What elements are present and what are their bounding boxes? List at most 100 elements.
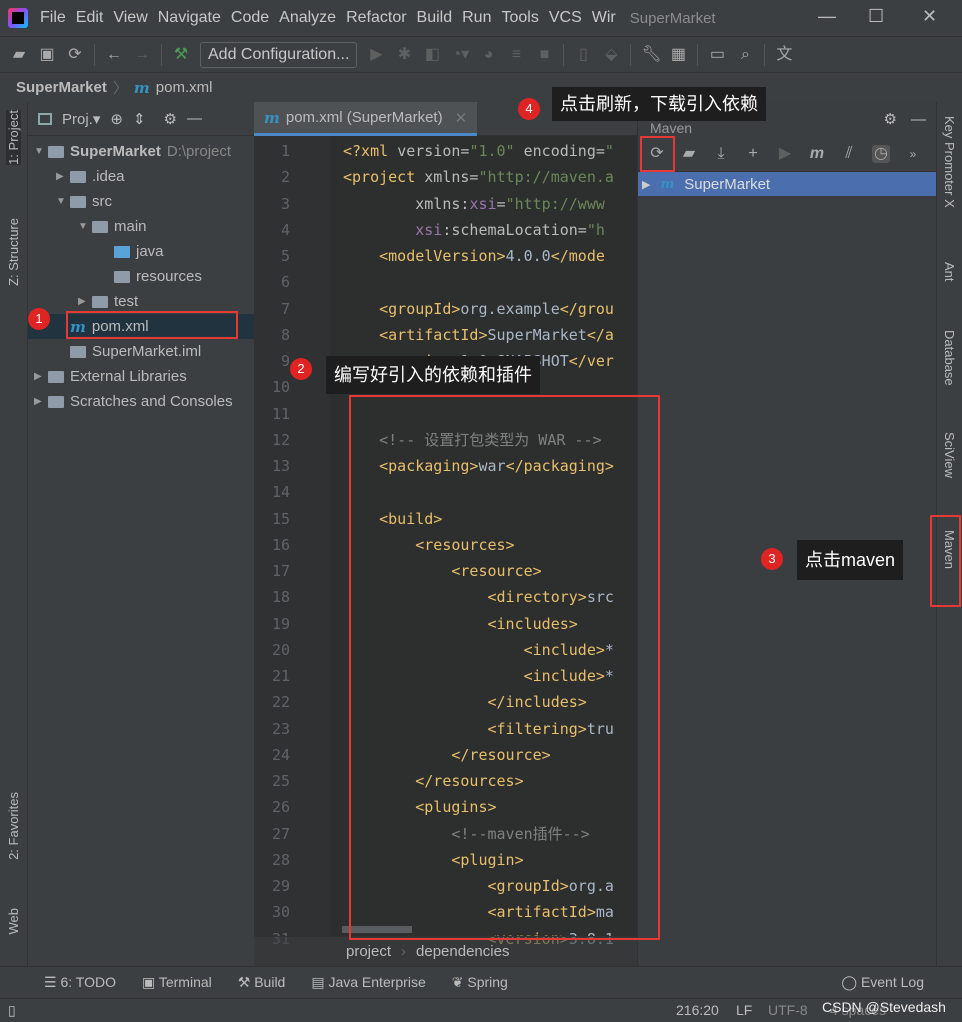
- build-hammer-icon[interactable]: ⚒: [172, 46, 190, 64]
- cursor-position[interactable]: 216:20: [676, 1002, 719, 1018]
- caret-icon[interactable]: ▶: [78, 296, 92, 307]
- menu-edit[interactable]: Edit: [76, 9, 104, 26]
- tree-item[interactable]: ▼ src: [28, 189, 254, 214]
- tree-item[interactable]: ▼ SuperMarket D:\project: [28, 139, 254, 164]
- menu-build[interactable]: Build: [417, 9, 453, 26]
- tree-item[interactable]: resources: [28, 264, 254, 289]
- project-structure-icon[interactable]: ▦: [669, 46, 687, 64]
- menu-view[interactable]: View: [113, 9, 147, 26]
- attach-icon[interactable]: ◕: [479, 46, 497, 64]
- tab-key-promoter[interactable]: Key Promoter X: [942, 116, 957, 208]
- caret-icon[interactable]: ▼: [34, 146, 48, 157]
- minimize-button[interactable]: —: [818, 6, 836, 27]
- tree-item[interactable]: ▶ Scratches and Consoles: [28, 389, 254, 414]
- code-token: ": [604, 142, 614, 160]
- tab-database[interactable]: Database: [942, 330, 957, 386]
- close-tab-icon[interactable]: ✕: [455, 109, 468, 127]
- caret-icon[interactable]: ▼: [56, 196, 70, 207]
- tree-item[interactable]: ▼ main: [28, 214, 254, 239]
- run-icon[interactable]: ▶: [367, 46, 385, 64]
- tab-spring[interactable]: ❦ Spring: [452, 974, 508, 991]
- breadcrumb-project[interactable]: SuperMarket: [16, 79, 107, 96]
- tab-structure[interactable]: Z: Structure: [6, 218, 21, 286]
- debug-icon[interactable]: ✱: [395, 46, 413, 64]
- code-token: 4.0.0: [505, 247, 551, 265]
- hide-icon[interactable]: —: [911, 111, 926, 128]
- tab-sciview[interactable]: SciView: [942, 432, 957, 478]
- menu-tools[interactable]: Tools: [501, 9, 538, 26]
- close-button[interactable]: ✕: [922, 6, 937, 27]
- menu-vcs[interactable]: VCS: [549, 9, 582, 26]
- back-icon[interactable]: ←: [105, 46, 123, 64]
- menu-refactor[interactable]: Refactor: [346, 9, 406, 26]
- tab-favorites[interactable]: 2: Favorites: [6, 792, 21, 860]
- tree-item[interactable]: java: [28, 239, 254, 264]
- window-title: SuperMarket: [629, 9, 716, 27]
- run-icon[interactable]: ▶: [776, 145, 794, 163]
- skip-tests-icon[interactable]: ⫽: [840, 145, 858, 163]
- open-folder-icon[interactable]: ▰: [10, 46, 28, 64]
- collapse-all-icon[interactable]: ⇕: [133, 110, 146, 128]
- encoding[interactable]: UTF-8: [768, 1002, 808, 1018]
- save-icon[interactable]: ▣: [38, 46, 56, 64]
- tab-terminal[interactable]: ▣ Terminal: [142, 974, 212, 991]
- breadcrumb-file[interactable]: pom.xml: [156, 79, 213, 96]
- menu-run[interactable]: Run: [462, 9, 491, 26]
- code-token: version=: [397, 142, 470, 160]
- forward-icon[interactable]: →: [133, 46, 151, 64]
- project-view-selector[interactable]: Proj.▾: [62, 110, 100, 128]
- menu-analyze[interactable]: Analyze: [279, 9, 336, 26]
- menu-file[interactable]: File: [40, 9, 66, 26]
- layout-icon[interactable]: ▯: [8, 1002, 16, 1019]
- more-icon[interactable]: »: [904, 145, 922, 163]
- deploy-icon[interactable]: ⬙: [602, 46, 620, 64]
- stop-icon[interactable]: ■: [535, 46, 553, 64]
- sync-icon[interactable]: ⟳: [66, 46, 84, 64]
- gear-icon[interactable]: ⚙: [164, 110, 177, 128]
- coverage-icon[interactable]: ◧: [423, 46, 441, 64]
- search-icon[interactable]: ⌕: [736, 46, 754, 64]
- tab-todo[interactable]: ☰ 6: TODO: [44, 974, 116, 991]
- offline-icon[interactable]: ◷: [872, 144, 890, 163]
- tree-item-path: D:\project: [166, 143, 232, 160]
- event-log-button[interactable]: ◯ Event Log: [841, 974, 924, 991]
- hide-icon[interactable]: —: [187, 110, 202, 127]
- menu-wir[interactable]: Wir: [592, 9, 616, 26]
- menu-code[interactable]: Code: [231, 9, 269, 26]
- tab-ant[interactable]: Ant: [942, 262, 957, 282]
- device-icon[interactable]: ▯: [574, 46, 592, 64]
- tab-project[interactable]: 1: Project: [6, 110, 21, 165]
- gear-icon[interactable]: ⚙: [884, 110, 897, 128]
- translate-icon[interactable]: 文: [775, 46, 793, 64]
- caret-icon[interactable]: ▶: [34, 396, 48, 407]
- settings-wrench-icon[interactable]: 🔧︎: [641, 46, 661, 64]
- expand-icon[interactable]: ▶: [642, 178, 650, 191]
- tree-item[interactable]: SuperMarket.iml: [28, 339, 254, 364]
- tree-item[interactable]: ▶ External Libraries: [28, 364, 254, 389]
- tab-pom-xml[interactable]: m pom.xml (SuperMarket) ✕: [254, 102, 478, 136]
- download-icon[interactable]: ⤓: [712, 145, 730, 163]
- menu-navigate[interactable]: Navigate: [158, 9, 221, 26]
- crumb-project[interactable]: project: [346, 943, 391, 960]
- caret-icon[interactable]: ▼: [78, 221, 92, 232]
- maximize-button[interactable]: ☐: [868, 6, 884, 27]
- terminal-window-icon[interactable]: ▭: [708, 46, 726, 64]
- tab-java-enterprise[interactable]: ▤ Java Enterprise: [311, 974, 425, 991]
- maven-project-item[interactable]: ▶ m SuperMarket: [638, 172, 936, 196]
- add-configuration-button[interactable]: Add Configuration...: [200, 41, 358, 68]
- crumb-dependencies[interactable]: dependencies: [416, 943, 509, 960]
- locate-icon[interactable]: ⊕: [110, 110, 123, 128]
- profile-icon[interactable]: ◔▾: [451, 46, 470, 64]
- execute-goal-icon[interactable]: m: [808, 145, 826, 163]
- caret-icon[interactable]: ▶: [56, 171, 70, 182]
- code-token: "1.0": [469, 142, 524, 160]
- line-separator[interactable]: LF: [736, 1002, 752, 1018]
- intellij-logo-icon: [8, 8, 28, 28]
- tree-item[interactable]: ▶ .idea: [28, 164, 254, 189]
- tab-build[interactable]: ⚒ Build: [238, 974, 286, 991]
- rerun-icon[interactable]: ≡: [507, 46, 525, 64]
- generate-sources-icon[interactable]: ▰: [680, 145, 698, 163]
- tab-web[interactable]: Web: [6, 908, 21, 935]
- add-icon[interactable]: +: [744, 145, 762, 163]
- caret-icon[interactable]: ▶: [34, 371, 48, 382]
